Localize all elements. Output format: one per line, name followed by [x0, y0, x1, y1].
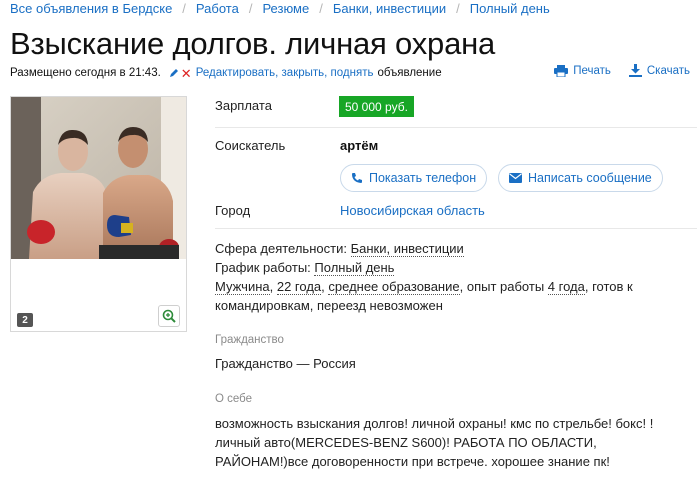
- schedule-row: График работы: Полный день: [215, 258, 685, 277]
- age-value[interactable]: 22 года: [276, 279, 322, 295]
- sphere-label: Сфера деятельности:: [215, 241, 347, 256]
- sphere-value[interactable]: Банки, инвестиции: [350, 241, 464, 257]
- posted-time: Размещено сегодня в 21:43.: [10, 67, 161, 79]
- divider: [215, 228, 697, 229]
- photo-count: 2: [22, 314, 28, 326]
- city-link[interactable]: Новосибирская область: [340, 203, 485, 218]
- ad-actions: Печать Скачать: [536, 64, 690, 77]
- about-text: возможность взыскания долгов! личной охр…: [215, 416, 654, 469]
- download-label: Скачать: [646, 64, 690, 77]
- zoom-button[interactable]: [158, 305, 180, 327]
- breadcrumb-item[interactable]: Банки, инвестиции: [333, 1, 446, 16]
- breadcrumb-item[interactable]: Резюме: [262, 1, 309, 16]
- experience-prefix: опыт работы: [466, 279, 545, 294]
- show-phone-label: Показать телефон: [369, 171, 477, 185]
- edit-link-tail: объявление: [377, 67, 442, 79]
- phone-icon: [352, 173, 362, 183]
- print-button[interactable]: Печать: [554, 64, 611, 77]
- edit-link[interactable]: Редактировать, закрыть, поднять: [196, 67, 374, 79]
- education-value[interactable]: среднее образование: [328, 279, 460, 295]
- salary-badge: 50 000 руб.: [339, 96, 414, 117]
- print-label: Печать: [573, 64, 611, 77]
- personal-row: Мужчина, 22 года, среднее образование, о…: [215, 279, 633, 313]
- ad-photo[interactable]: [11, 97, 186, 259]
- schedule-label: График работы:: [215, 260, 311, 275]
- schedule-value[interactable]: Полный день: [314, 260, 395, 276]
- breadcrumb-separator: /: [456, 1, 460, 16]
- write-message-label: Написать сообщение: [528, 171, 652, 185]
- breadcrumb-separator: /: [248, 1, 253, 16]
- printer-icon: [554, 64, 569, 77]
- salary-label: Зарплата: [215, 98, 272, 113]
- breadcrumb-separator: /: [182, 1, 186, 16]
- resume-details: Сфера деятельности: Банки, инвестиции Гр…: [215, 239, 685, 315]
- envelope-icon: [509, 173, 522, 183]
- posting-meta: Размещено сегодня в 21:43. ✕ Редактирова…: [10, 65, 442, 81]
- city-label: Город: [215, 203, 251, 218]
- salary-value: 50 000 руб.: [345, 99, 408, 114]
- delete-icon[interactable]: ✕: [181, 67, 192, 80]
- write-message-button[interactable]: Написать сообщение: [498, 164, 663, 192]
- breadcrumb-item[interactable]: Полный день: [470, 1, 550, 16]
- citizenship-value: Гражданство — Россия: [215, 356, 356, 371]
- zoom-in-icon: [162, 309, 176, 323]
- seeker-name: артём: [340, 138, 379, 153]
- experience-value[interactable]: 4 года: [547, 279, 585, 295]
- photo-gallery[interactable]: 2: [10, 96, 187, 332]
- breadcrumb-item[interactable]: Все объявления в Бердске: [10, 1, 172, 16]
- citizenship-title: Гражданство: [215, 334, 284, 346]
- page-title: Взыскание долгов. личная охрана: [10, 26, 496, 61]
- breadcrumb-separator: /: [319, 1, 323, 16]
- show-phone-button[interactable]: Показать телефон: [340, 164, 488, 192]
- about-title: О себе: [215, 393, 253, 405]
- gender-value[interactable]: Мужчина: [215, 279, 270, 295]
- sphere-row: Сфера деятельности: Банки, инвестиции: [215, 239, 685, 258]
- breadcrumb-item[interactable]: Работа: [196, 1, 239, 16]
- ad-photo-image: [11, 97, 186, 259]
- download-button[interactable]: Скачать: [628, 64, 690, 77]
- seeker-label: Соискатель: [215, 138, 286, 153]
- download-icon: [628, 64, 642, 77]
- breadcrumb: Все объявления в Бердске / Работа / Резю…: [10, 0, 550, 17]
- divider: [215, 127, 697, 128]
- pencil-icon[interactable]: [169, 68, 179, 78]
- camera-count-icon: 2: [17, 313, 33, 327]
